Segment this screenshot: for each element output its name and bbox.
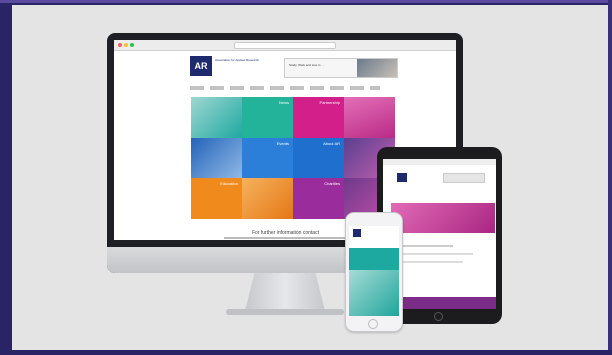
site-logo-text: Association for Applied Research (215, 58, 260, 62)
tile-about-label: About AR (323, 140, 340, 146)
tile-education-label: Education (220, 181, 238, 187)
tile-events[interactable]: Events (242, 137, 293, 179)
header-banner[interactable]: Study, Work and Live in ... (284, 58, 398, 78)
phone-screen (349, 226, 399, 316)
tile-education[interactable]: Education (191, 178, 242, 219)
tablet-browser-bar (383, 159, 496, 165)
tablet-text-line (393, 261, 463, 263)
phone-tile-teal[interactable] (349, 248, 399, 270)
tile-image-3 (191, 137, 242, 179)
tile-partnership-label: Partnership (319, 100, 340, 105)
tile-partnership[interactable]: Partnership (293, 97, 344, 138)
close-window-icon[interactable] (118, 43, 122, 47)
maximize-window-icon[interactable] (130, 43, 134, 47)
tablet-hero-image (391, 203, 495, 233)
site-navigation[interactable] (190, 86, 380, 90)
tablet-home-button[interactable] (434, 312, 443, 321)
phone-device (345, 212, 403, 332)
bottom-accent-stripe (0, 350, 612, 355)
tile-news-label: News (278, 100, 289, 105)
tablet-banner[interactable] (443, 173, 485, 183)
address-bar[interactable] (234, 42, 336, 49)
tile-image-2 (344, 97, 395, 138)
phone-hero-image (349, 270, 399, 316)
site-logo[interactable]: AR (190, 56, 212, 76)
imac-stand-neck (245, 273, 325, 311)
banner-text: Study, Work and Live in ... (289, 63, 324, 67)
browser-toolbar (114, 40, 456, 51)
tile-image-5 (242, 178, 293, 219)
tile-about[interactable]: About AR (293, 137, 344, 179)
tile-grid: News Partnership Events About AR Educati… (191, 97, 395, 219)
tile-image-1 (191, 97, 242, 138)
top-accent-stripe (0, 0, 612, 3)
banner-image (357, 59, 397, 77)
tile-charities-label: Charities (324, 181, 340, 187)
phone-site-logo[interactable] (353, 229, 361, 237)
right-accent-stripe (608, 0, 612, 355)
tablet-text-line (393, 253, 473, 255)
footer-title: For further information contact (252, 230, 319, 236)
tile-events-label: Events (276, 140, 289, 146)
tile-news[interactable]: News (242, 97, 293, 138)
phone-home-button[interactable] (368, 319, 378, 329)
imac-stand-foot (226, 309, 344, 315)
minimize-window-icon[interactable] (124, 43, 128, 47)
tablet-site-logo[interactable] (397, 173, 407, 182)
tile-charities[interactable]: Charities (293, 178, 344, 219)
footer-text-placeholder (224, 237, 354, 239)
